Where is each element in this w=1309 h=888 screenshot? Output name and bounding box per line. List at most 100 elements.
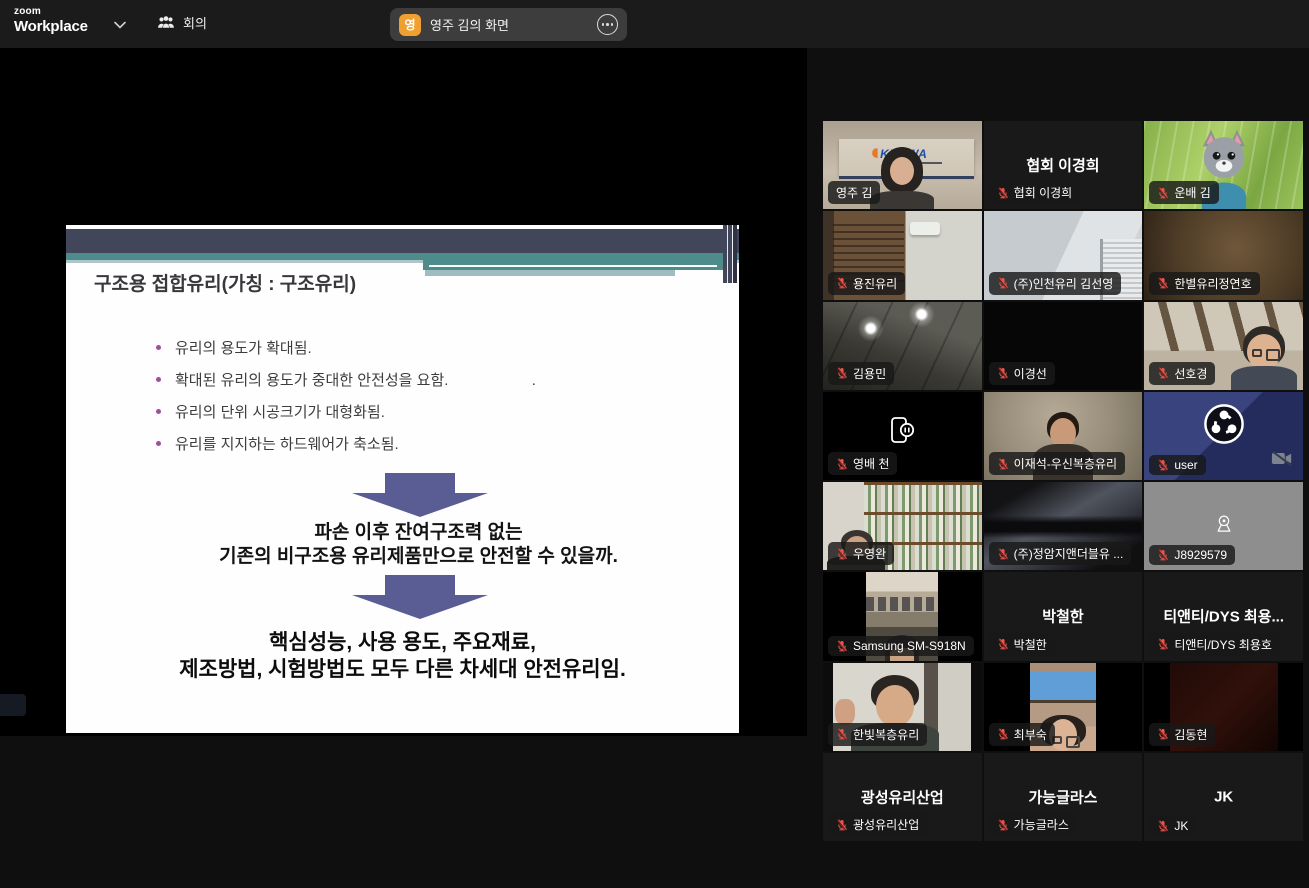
name-label: 광성유리산업 — [828, 813, 927, 836]
participant-tile[interactable]: 이재석-우신복층유리 — [984, 392, 1143, 480]
camera-off-icon — [1271, 451, 1293, 466]
name-label: 가능글라스 — [989, 813, 1077, 836]
muted-mic-icon — [997, 458, 1009, 470]
participant-tile[interactable]: Samsung SM-S918N — [823, 572, 982, 660]
down-arrow-icon — [352, 575, 488, 619]
participant-tile[interactable]: 김동현 — [1144, 663, 1303, 751]
participant-tile[interactable]: 김용민 — [823, 302, 982, 390]
muted-mic-icon — [997, 728, 1009, 740]
muted-mic-icon — [997, 638, 1009, 650]
participant-name: 협회 이경희 — [988, 155, 1139, 176]
bullet-item: 유리를 지지하는 하드웨어가 축소됨. — [156, 427, 536, 459]
muted-mic-icon — [1157, 549, 1169, 561]
name-label: J8929579 — [1149, 545, 1235, 565]
participant-tile[interactable]: 우영완 — [823, 482, 982, 570]
name-label: user — [1149, 455, 1205, 475]
slide-bullet-list: 유리의 용도가 확대됨. 확대된 유리의 용도가 중대한 안전성을 요함. . … — [156, 331, 536, 459]
muted-mic-icon — [1157, 277, 1169, 289]
bullet-item: 유리의 용도가 확대됨. — [156, 331, 536, 363]
participant-tile[interactable]: 영배 천 — [823, 392, 982, 480]
zoom-app-window: zoom Workplace 회의 영 영주 김의 화면 — [0, 0, 1309, 888]
participant-tile[interactable]: 최부숙 — [984, 663, 1143, 751]
name-label: 한별유리정연호 — [1149, 272, 1259, 295]
name-label: 협회 이경희 — [989, 181, 1081, 204]
slide-title: 구조용 접합유리(가칭 : 구조유리) — [94, 269, 356, 296]
muted-mic-icon — [836, 548, 848, 560]
participant-tile[interactable]: J8929579 — [1144, 482, 1303, 570]
participant-tile[interactable]: JK JK — [1144, 753, 1303, 841]
collapsed-panel-handle[interactable] — [0, 694, 26, 716]
name-label: 한빛복층유리 — [828, 723, 927, 746]
tab-meeting[interactable]: 회의 — [157, 13, 207, 32]
name-label: 김용민 — [828, 362, 894, 385]
chevron-down-icon[interactable] — [113, 20, 127, 30]
name-label: 영주 김 — [828, 181, 880, 204]
participant-tile[interactable]: user — [1144, 392, 1303, 480]
name-label: (주)정암지앤더블유 ... — [989, 542, 1132, 565]
muted-mic-icon — [997, 548, 1009, 560]
participant-name: JK — [1148, 788, 1299, 805]
participant-tile[interactable]: 용진유리 — [823, 211, 982, 299]
video-grid: KFGWA 영주 김 협회 이경희 협회 이경희 — [823, 121, 1303, 841]
name-label: 박철한 — [989, 633, 1055, 656]
participant-tile[interactable]: 박철한 박철한 — [984, 572, 1143, 660]
muted-mic-icon — [836, 367, 848, 379]
participant-tile[interactable]: KFGWA 영주 김 — [823, 121, 982, 209]
participant-name: 광성유리산업 — [827, 786, 978, 807]
zoom-workplace-logo: zoom Workplace — [14, 7, 88, 34]
presentation-slide: 구조용 접합유리(가칭 : 구조유리) 유리의 용도가 확대됨. 확대된 유리의… — [66, 225, 739, 733]
name-label: 이경선 — [989, 362, 1055, 385]
participant-tile[interactable]: 한빛복층유리 — [823, 663, 982, 751]
participant-tile[interactable]: 운배 김 — [1144, 121, 1303, 209]
avatar: 영 — [399, 14, 421, 36]
participant-tile[interactable]: (주)인천유리 김선영 — [984, 211, 1143, 299]
meeting-tab-label: 회의 — [183, 13, 207, 32]
muted-mic-icon — [1157, 638, 1169, 650]
muted-mic-icon — [836, 728, 848, 740]
muted-mic-icon — [997, 819, 1009, 831]
muted-mic-icon — [1157, 187, 1169, 199]
top-bar: zoom Workplace 회의 영 영주 김의 화면 — [0, 0, 1309, 48]
name-label: (주)인천유리 김선영 — [989, 272, 1122, 295]
participant-name: 가능글라스 — [988, 786, 1139, 807]
slide-header-graphic — [66, 229, 739, 253]
name-label: 최부숙 — [989, 723, 1055, 746]
obs-logo — [1203, 403, 1245, 445]
participant-tile[interactable]: 가능글라스 가능글라스 — [984, 753, 1143, 841]
participant-tile[interactable]: 이경선 — [984, 302, 1143, 390]
screen-share-pill[interactable]: 영 영주 김의 화면 — [390, 8, 627, 41]
muted-mic-icon — [836, 640, 848, 652]
participant-tile[interactable]: 티앤티/DYS 최용... 티앤티/DYS 최용호 — [1144, 572, 1303, 660]
muted-mic-icon — [836, 458, 848, 470]
muted-mic-icon — [1157, 820, 1169, 832]
muted-mic-icon — [997, 277, 1009, 289]
participant-name: 티앤티/DYS 최용... — [1148, 606, 1299, 627]
muted-mic-icon — [997, 187, 1009, 199]
participant-tile[interactable]: (주)정암지앤더블유 ... — [984, 482, 1143, 570]
muted-mic-icon — [1157, 459, 1169, 471]
name-label: 선호경 — [1149, 362, 1215, 385]
name-label: 영배 천 — [828, 452, 897, 475]
more-options-icon[interactable] — [597, 14, 618, 35]
participant-tile[interactable]: 협회 이경희 협회 이경희 — [984, 121, 1143, 209]
name-label: 티앤티/DYS 최용호 — [1149, 633, 1280, 656]
participant-name: 박철한 — [988, 606, 1139, 627]
person-silhouette — [1231, 326, 1297, 390]
bullet-item: 확대된 유리의 용도가 중대한 안전성을 요함. . — [156, 363, 536, 395]
participant-tile[interactable]: 선호경 — [1144, 302, 1303, 390]
muted-mic-icon — [836, 277, 848, 289]
name-label: Samsung SM-S918N — [828, 636, 974, 656]
name-label: 이재석-우신복층유리 — [989, 452, 1125, 475]
name-label: 용진유리 — [828, 272, 905, 295]
name-label: 김동현 — [1149, 723, 1215, 746]
webcam-icon — [1214, 515, 1234, 534]
slide-conclusion-text: 핵심성능, 사용 용도, 주요재료, 제조방법, 시험방법도 모두 다른 차세대… — [66, 629, 739, 683]
people-icon — [157, 15, 175, 30]
muted-mic-icon — [836, 819, 848, 831]
participant-tile[interactable]: 광성유리산업 광성유리산업 — [823, 753, 982, 841]
name-label: 우영완 — [828, 542, 894, 565]
shared-screen-title: 영주 김의 화면 — [430, 15, 588, 34]
bullet-item: 유리의 단위 시공크기가 대형화됨. — [156, 395, 536, 427]
muted-mic-icon — [1157, 728, 1169, 740]
participant-tile[interactable]: 한별유리정연호 — [1144, 211, 1303, 299]
